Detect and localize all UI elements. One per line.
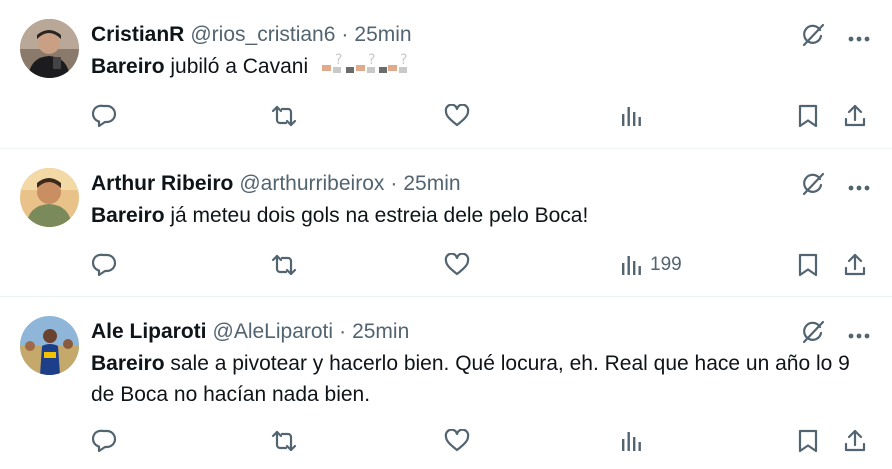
retweet-icon xyxy=(271,254,297,276)
author-name[interactable]: Ale Liparoti xyxy=(91,320,207,344)
timestamp[interactable]: 25min xyxy=(403,172,460,196)
like-button[interactable] xyxy=(444,102,470,130)
tweet-text-rest: já meteu dois gols na estreia dele pelo … xyxy=(164,204,589,227)
timestamp[interactable]: 25min xyxy=(354,23,411,47)
grok-slash-icon[interactable] xyxy=(800,171,826,202)
separator: · xyxy=(390,172,398,195)
views-icon xyxy=(622,432,641,451)
more-icon[interactable] xyxy=(848,178,870,196)
timeline-feed: CristianR @rios_cristian6 · 25min Bareir… xyxy=(0,0,892,469)
tweet-text: Bareiro sale a pivotear y hacerlo bien. … xyxy=(91,348,872,410)
like-icon xyxy=(444,104,470,127)
svg-text:?: ? xyxy=(335,52,342,68)
views-icon xyxy=(622,256,641,275)
tweet-text-rest: sale a pivotear y hacerlo bien. Qué locu… xyxy=(91,352,850,406)
bookmark-icon xyxy=(798,104,818,128)
retweet-icon xyxy=(271,430,297,452)
svg-text:?: ? xyxy=(400,52,407,68)
reply-button[interactable] xyxy=(92,102,118,130)
author-name[interactable]: Arthur Ribeiro xyxy=(91,172,233,196)
reply-button[interactable] xyxy=(92,251,118,279)
action-bar xyxy=(92,427,868,455)
share-button[interactable] xyxy=(843,102,867,130)
author-handle[interactable]: @AleLiparoti xyxy=(213,320,334,344)
grok-slash-icon[interactable] xyxy=(800,319,826,350)
reply-icon xyxy=(92,429,117,453)
tweet[interactable]: CristianR @rios_cristian6 · 25min Bareir… xyxy=(0,0,892,149)
timestamp[interactable]: 25min xyxy=(352,320,409,344)
share-icon xyxy=(844,253,866,276)
reply-icon xyxy=(92,253,117,277)
retweet-button[interactable] xyxy=(270,427,298,455)
retweet-icon xyxy=(271,105,297,127)
action-bar xyxy=(92,102,868,130)
author-name[interactable]: CristianR xyxy=(91,23,184,47)
bookmark-button[interactable] xyxy=(797,251,819,279)
share-icon xyxy=(844,104,866,127)
tweet[interactable]: Ale Liparoti @AleLiparoti · 25min Bareir… xyxy=(0,297,892,469)
tweet[interactable]: Arthur Ribeiro @arthurribeirox · 25min B… xyxy=(0,149,892,297)
views-count: 199 xyxy=(650,254,682,275)
like-button[interactable] xyxy=(444,251,470,279)
avatar[interactable] xyxy=(20,316,79,375)
avatar[interactable] xyxy=(20,19,79,78)
reply-icon xyxy=(92,104,117,128)
author-handle[interactable]: @rios_cristian6 xyxy=(190,23,335,47)
share-button[interactable] xyxy=(843,427,867,455)
bookmark-icon xyxy=(798,429,818,453)
views-button[interactable] xyxy=(620,102,650,130)
action-bar: 199 xyxy=(92,251,868,279)
views-button[interactable]: 199 xyxy=(620,251,682,279)
like-button[interactable] xyxy=(444,427,470,455)
avatar[interactable] xyxy=(20,168,79,227)
more-icon[interactable] xyxy=(848,326,870,344)
share-button[interactable] xyxy=(843,251,867,279)
retweet-button[interactable] xyxy=(270,251,298,279)
views-icon xyxy=(622,107,641,126)
reply-button[interactable] xyxy=(92,427,118,455)
bookmark-icon xyxy=(798,253,818,277)
more-icon[interactable] xyxy=(848,29,870,47)
separator: · xyxy=(341,23,349,46)
like-icon xyxy=(444,429,470,452)
mention-bold: Bareiro xyxy=(91,204,165,227)
tweet-text: Bareiro já meteu dois gols na estreia de… xyxy=(91,200,872,231)
tweet-text: Bareiro jubiló a Cavani ? ? ? xyxy=(91,51,872,84)
grok-slash-icon[interactable] xyxy=(800,22,826,53)
svg-text:?: ? xyxy=(368,52,375,68)
emoji-sequence: ? ? ? xyxy=(320,51,412,84)
mention-bold: Bareiro xyxy=(91,352,165,375)
like-icon xyxy=(444,253,470,276)
bookmark-button[interactable] xyxy=(797,427,819,455)
share-icon xyxy=(844,429,866,452)
views-button[interactable] xyxy=(620,427,650,455)
tweet-text-rest: jubiló a Cavani xyxy=(164,55,309,79)
separator: · xyxy=(339,320,347,343)
mention-bold: Bareiro xyxy=(91,55,165,79)
bookmark-button[interactable] xyxy=(797,102,819,130)
retweet-button[interactable] xyxy=(270,102,298,130)
author-handle[interactable]: @arthurribeirox xyxy=(239,172,384,196)
